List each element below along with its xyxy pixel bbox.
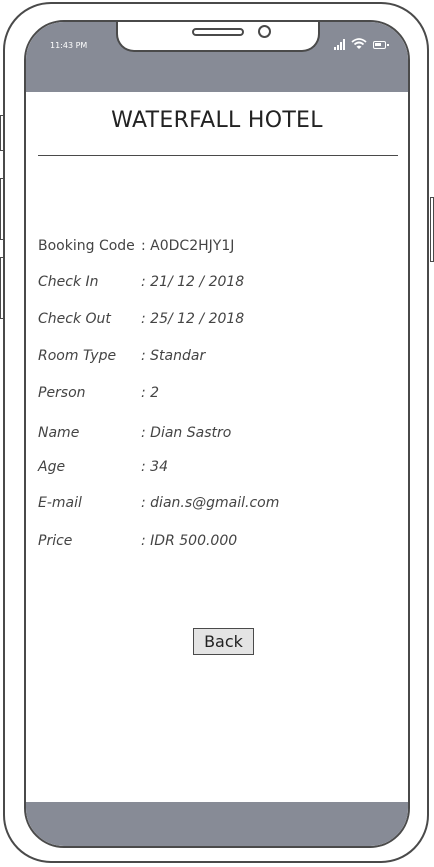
detail-value: 21/ 12 / 2018 bbox=[141, 274, 244, 290]
side-button-left-bottom bbox=[0, 257, 4, 319]
detail-value: Standar bbox=[141, 348, 205, 364]
bottom-bar bbox=[26, 802, 408, 846]
screen: 11:43 PM WATERFALL HOTEL Booking Code A0… bbox=[24, 20, 410, 848]
camera-icon bbox=[258, 25, 271, 38]
notch bbox=[116, 22, 320, 52]
top-status-area: 11:43 PM bbox=[26, 22, 408, 92]
title-divider bbox=[38, 155, 398, 156]
detail-value: 2 bbox=[141, 385, 159, 401]
detail-value: A0DC2HJY1J bbox=[141, 238, 234, 254]
side-button-left-mid bbox=[0, 178, 4, 240]
status-time: 11:43 PM bbox=[50, 41, 88, 50]
detail-value: 25/ 12 / 2018 bbox=[141, 311, 244, 327]
speaker-icon bbox=[192, 28, 244, 36]
detail-label: Room Type bbox=[38, 348, 117, 364]
detail-label: Age bbox=[38, 459, 66, 475]
side-button-left-top bbox=[0, 115, 4, 151]
back-button[interactable]: Back bbox=[193, 628, 254, 655]
detail-label: E-mail bbox=[38, 495, 82, 511]
detail-label: Name bbox=[38, 425, 80, 441]
detail-value: 34 bbox=[141, 459, 168, 475]
detail-label: Check Out bbox=[38, 311, 111, 327]
battery-icon bbox=[373, 41, 389, 49]
status-icons bbox=[334, 38, 389, 50]
detail-label: Booking Code bbox=[38, 238, 135, 254]
side-button-right bbox=[430, 197, 434, 262]
detail-value: dian.s@gmail.com bbox=[141, 495, 279, 511]
page-title: WATERFALL HOTEL bbox=[111, 108, 323, 133]
detail-label: Check In bbox=[38, 274, 99, 290]
detail-label: Person bbox=[38, 385, 86, 401]
detail-value: Dian Sastro bbox=[141, 425, 231, 441]
wifi-icon bbox=[351, 38, 367, 49]
detail-value: IDR 500.000 bbox=[141, 533, 237, 549]
signal-icon bbox=[334, 38, 345, 50]
detail-label: Price bbox=[38, 533, 73, 549]
